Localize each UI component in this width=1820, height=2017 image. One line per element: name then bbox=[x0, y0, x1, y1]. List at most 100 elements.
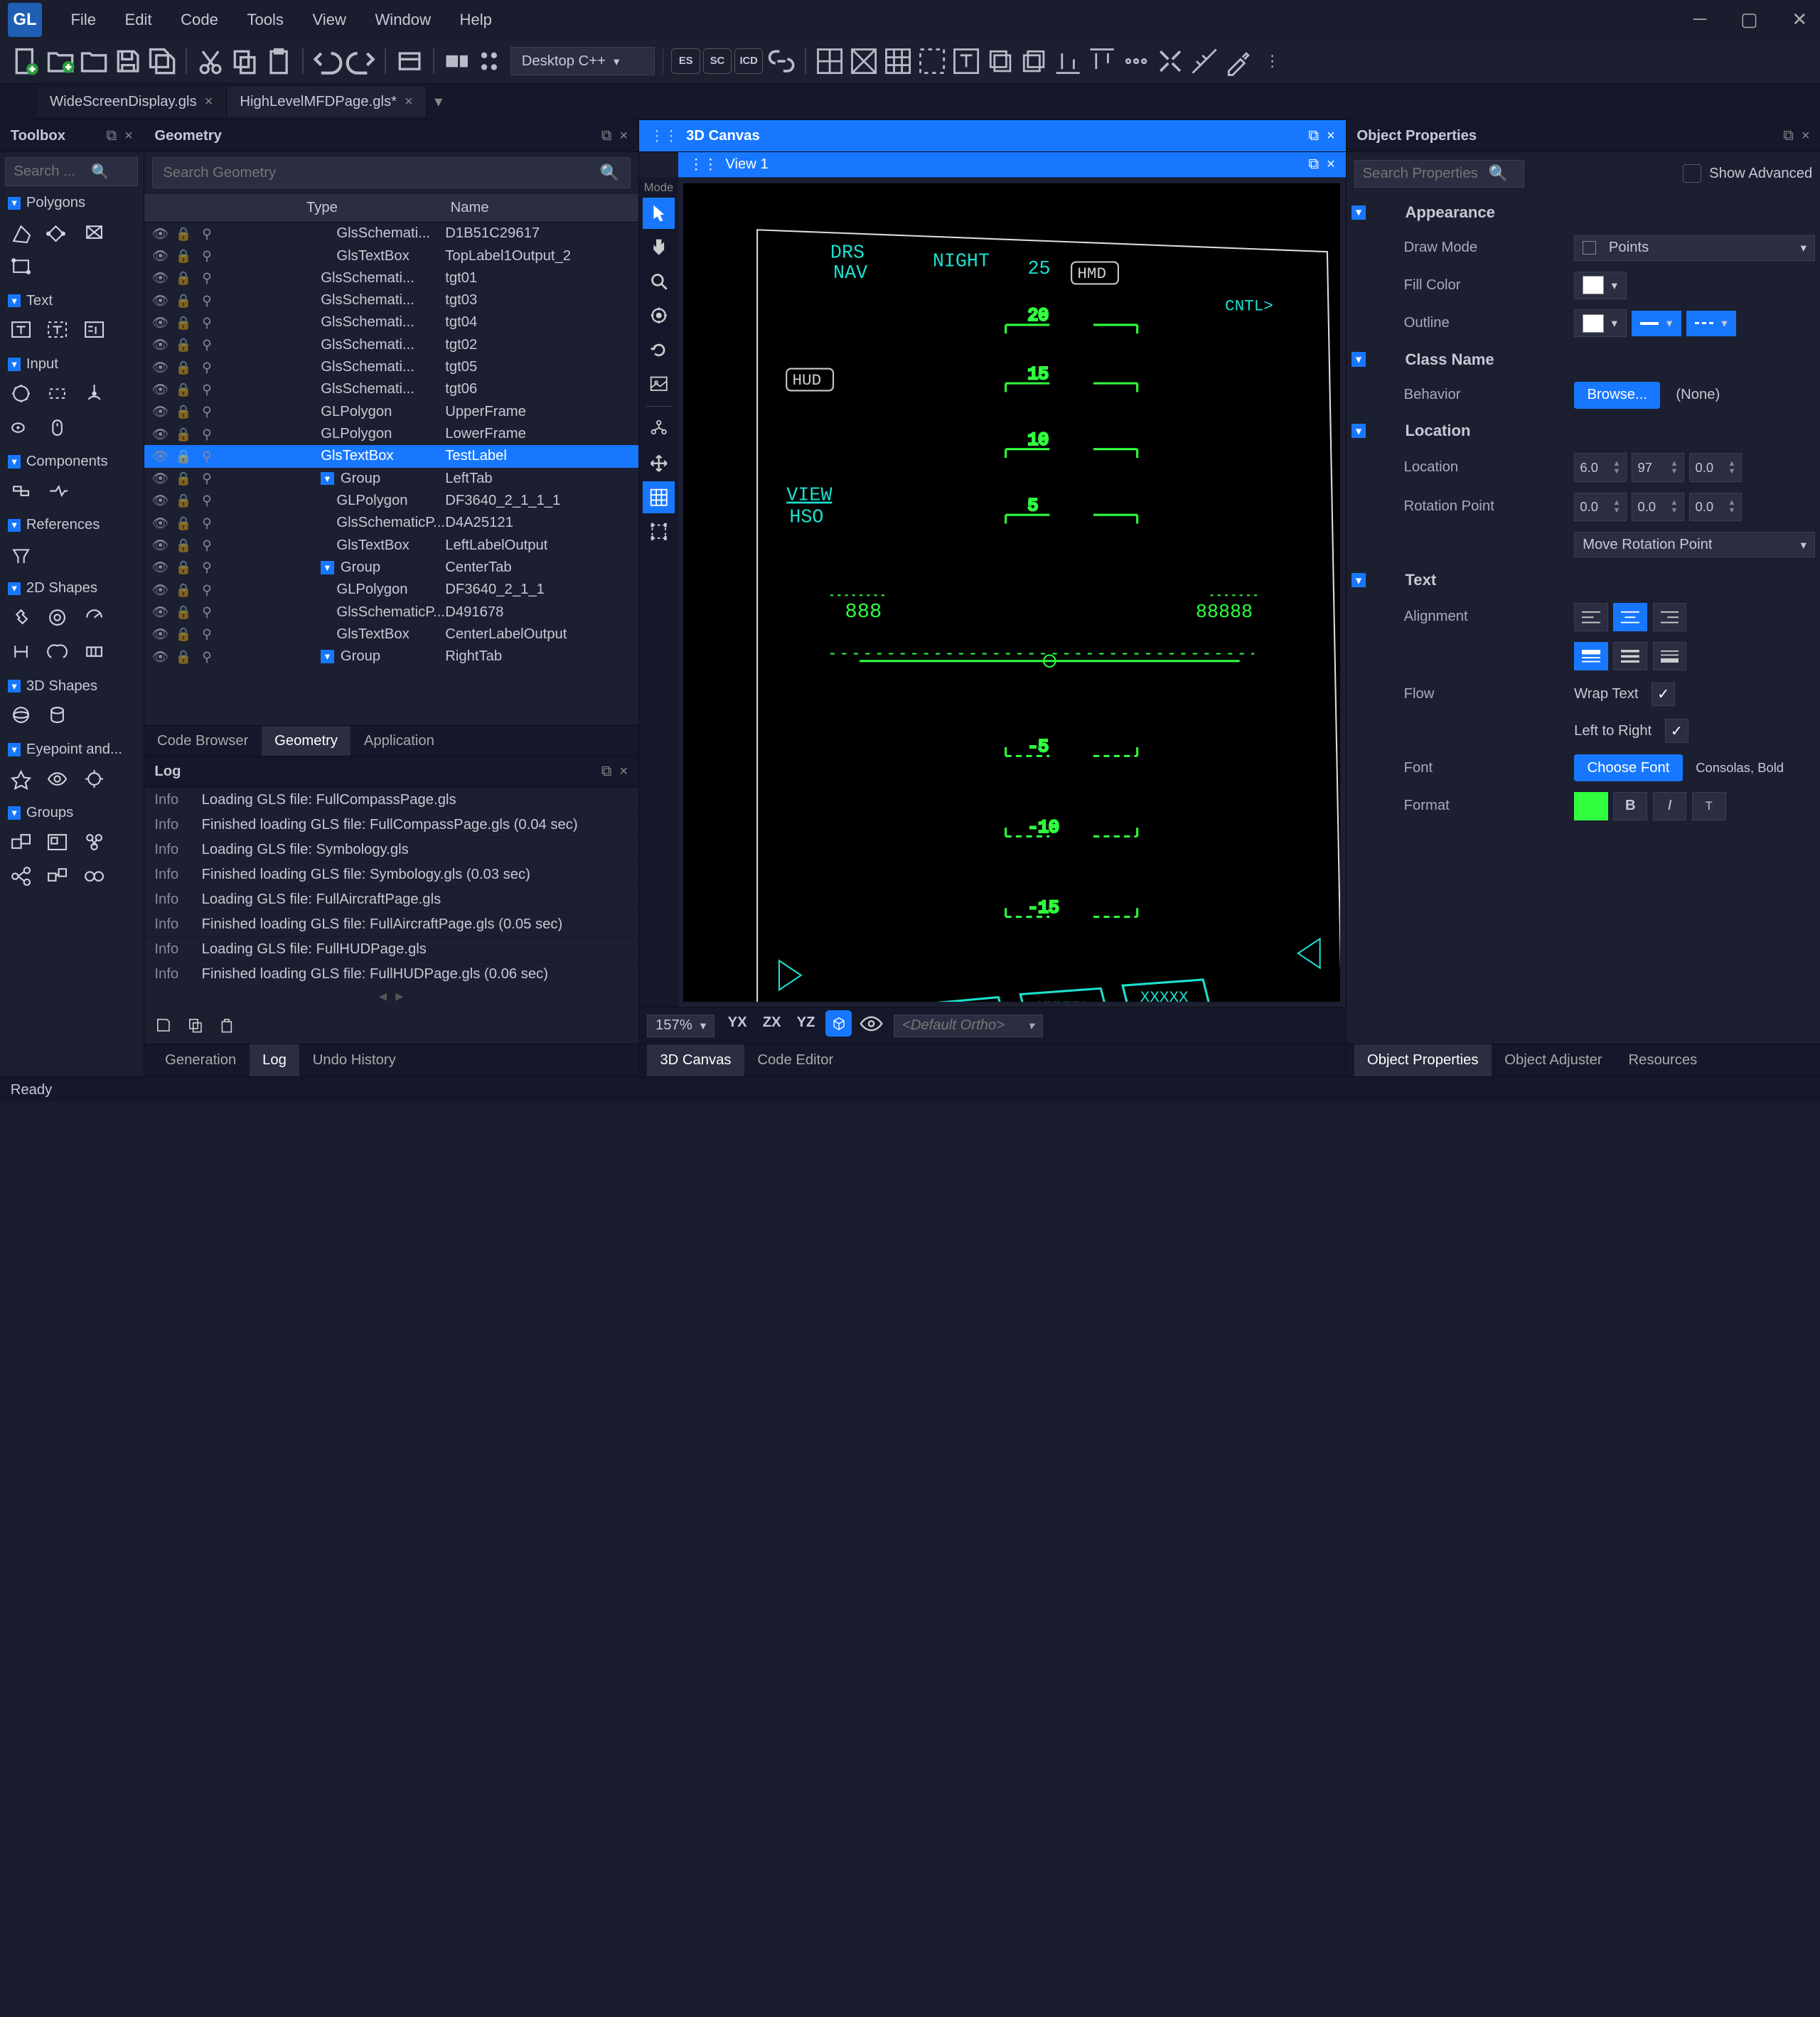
geometry-row[interactable]: 👁🔒⚲▾GroupRightTab bbox=[144, 646, 638, 668]
align-right[interactable] bbox=[1653, 603, 1687, 632]
collapse-icon[interactable]: ▾ bbox=[8, 743, 21, 756]
close-button[interactable]: ✕ bbox=[1787, 4, 1812, 36]
close-icon[interactable]: × bbox=[1327, 128, 1335, 144]
popout-icon[interactable]: ⧉ bbox=[1309, 156, 1319, 173]
selection-icon[interactable] bbox=[916, 46, 948, 77]
toolbox-tool-icon[interactable] bbox=[5, 638, 36, 667]
cut-icon[interactable] bbox=[195, 46, 226, 77]
visibility-icon[interactable]: 👁 bbox=[152, 248, 168, 264]
expand-icon[interactable] bbox=[1155, 46, 1186, 77]
lock-icon[interactable]: 🔒 bbox=[176, 293, 191, 309]
valign-middle[interactable] bbox=[1613, 642, 1647, 671]
prop-icon[interactable]: ⚲ bbox=[199, 293, 215, 309]
toolbox-tool-icon[interactable] bbox=[78, 862, 109, 891]
visibility-icon[interactable]: 👁 bbox=[152, 226, 168, 242]
choose-font-button[interactable]: Choose Font bbox=[1574, 754, 1683, 781]
ltr-checkbox[interactable]: ✓ bbox=[1665, 719, 1688, 742]
copy-log-icon[interactable] bbox=[186, 1016, 205, 1039]
visibility-icon[interactable]: 👁 bbox=[152, 427, 168, 442]
orbit-mode-icon[interactable] bbox=[643, 299, 674, 331]
rotpt-x[interactable]: 0.0▲▼ bbox=[1574, 493, 1627, 522]
lock-icon[interactable]: 🔒 bbox=[176, 537, 191, 553]
prop-icon[interactable]: ⚲ bbox=[199, 382, 215, 397]
collapse-icon[interactable]: ▾ bbox=[8, 455, 21, 468]
toolbox-tool-icon[interactable] bbox=[5, 701, 36, 730]
menu-edit[interactable]: Edit bbox=[112, 5, 165, 34]
toolbox-tool-icon[interactable] bbox=[42, 413, 73, 442]
lock-icon[interactable]: 🔒 bbox=[176, 248, 191, 264]
close-tab-icon[interactable]: × bbox=[205, 94, 213, 110]
collapse-icon[interactable]: ▾ bbox=[1351, 205, 1366, 220]
popout-icon[interactable]: ⧉ bbox=[601, 128, 611, 144]
toolbox-tool-icon[interactable] bbox=[5, 540, 36, 569]
close-icon[interactable]: × bbox=[619, 764, 628, 780]
lock-icon[interactable]: 🔒 bbox=[176, 560, 191, 575]
align-left[interactable] bbox=[1574, 603, 1608, 632]
geometry-row[interactable]: 👁🔒⚲GLPolygonLowerFrame bbox=[144, 423, 638, 445]
toolbox-tool-icon[interactable] bbox=[5, 764, 36, 793]
panel-tab[interactable]: Code Browser bbox=[144, 726, 262, 755]
visibility-icon[interactable]: 👁 bbox=[152, 315, 168, 331]
collapse-icon[interactable]: ▾ bbox=[8, 294, 21, 307]
toolbox-tool-icon[interactable] bbox=[5, 218, 36, 247]
toolbox-tool-icon[interactable] bbox=[5, 862, 36, 891]
collapse-icon[interactable]: ▾ bbox=[8, 197, 21, 210]
collapse-icon[interactable]: ▾ bbox=[1351, 424, 1366, 438]
lock-icon[interactable]: 🔒 bbox=[176, 493, 191, 508]
lock-icon[interactable]: 🔒 bbox=[176, 404, 191, 419]
toolbox-search[interactable]: 🔍 bbox=[5, 157, 138, 186]
toolbox-tool-icon[interactable] bbox=[42, 862, 73, 891]
layers-icon[interactable] bbox=[985, 46, 1016, 77]
show-advanced-checkbox[interactable] bbox=[1683, 164, 1701, 183]
geometry-row[interactable]: 👁🔒⚲GlsSchemati...tgt04 bbox=[144, 311, 638, 333]
bottom-tab[interactable]: Resources bbox=[1615, 1044, 1711, 1076]
clear-log-icon[interactable] bbox=[218, 1016, 236, 1039]
align-center[interactable] bbox=[1613, 603, 1647, 632]
geometry-row[interactable]: 👁🔒⚲GlsSchemati...tgt06 bbox=[144, 378, 638, 400]
format-italic[interactable]: I bbox=[1653, 792, 1687, 821]
prop-icon[interactable]: ⚲ bbox=[199, 515, 215, 531]
collapse-icon[interactable]: ▾ bbox=[8, 806, 21, 819]
toolbox-tool-icon[interactable] bbox=[42, 218, 73, 247]
prop-icon[interactable]: ⚲ bbox=[199, 427, 215, 442]
file-tab[interactable]: WideScreenDisplay.gls× bbox=[37, 87, 227, 116]
format-bold[interactable]: B bbox=[1613, 792, 1647, 821]
axis-3d[interactable] bbox=[825, 1010, 852, 1037]
location-y[interactable]: 97▲▼ bbox=[1632, 453, 1684, 482]
collapse-icon[interactable]: ▾ bbox=[1351, 352, 1366, 366]
distribute-icon[interactable] bbox=[1120, 46, 1152, 77]
prop-icon[interactable]: ⚲ bbox=[199, 626, 215, 642]
toolbox-tool-icon[interactable] bbox=[42, 379, 73, 408]
measure-icon[interactable] bbox=[1189, 46, 1220, 77]
lock-icon[interactable]: 🔒 bbox=[176, 471, 191, 486]
geometry-row[interactable]: 👁🔒⚲GlsTextBoxLeftLabelOutput bbox=[144, 534, 638, 556]
browse-button[interactable]: Browse... bbox=[1574, 382, 1660, 409]
popout-icon[interactable]: ⧉ bbox=[107, 128, 117, 144]
zoom-mode-icon[interactable] bbox=[643, 266, 674, 297]
axis-yx[interactable]: YX bbox=[722, 1010, 752, 1041]
menu-window[interactable]: Window bbox=[362, 5, 444, 34]
prop-icon[interactable]: ⚲ bbox=[199, 493, 215, 508]
collapse-icon[interactable]: ▾ bbox=[8, 680, 21, 692]
lock-icon[interactable]: 🔒 bbox=[176, 337, 191, 353]
bottom-tab[interactable]: Object Adjuster bbox=[1492, 1044, 1615, 1076]
log-scroll[interactable]: ◂ ▸ bbox=[144, 982, 638, 1011]
lock-icon[interactable]: 🔒 bbox=[176, 582, 191, 598]
grid-toggle-icon[interactable] bbox=[643, 481, 674, 513]
prop-icon[interactable]: ⚲ bbox=[199, 537, 215, 553]
bottom-tab[interactable]: Log bbox=[250, 1044, 300, 1076]
visibility-icon[interactable]: 👁 bbox=[152, 449, 168, 464]
copy-icon[interactable] bbox=[229, 46, 260, 77]
bottom-tab[interactable]: Code Editor bbox=[744, 1044, 847, 1076]
visibility-icon[interactable]: 👁 bbox=[152, 293, 168, 309]
visibility-icon[interactable]: 👁 bbox=[152, 471, 168, 486]
tree-icon[interactable] bbox=[643, 414, 674, 445]
panel-tab[interactable]: Geometry bbox=[262, 726, 351, 755]
popout-icon[interactable]: ⧉ bbox=[601, 764, 611, 780]
properties-search-input[interactable] bbox=[1363, 166, 1483, 182]
zoom-combo[interactable]: 157%▾ bbox=[647, 1015, 714, 1037]
toolbox-tool-icon[interactable] bbox=[78, 218, 109, 247]
menu-view[interactable]: View bbox=[299, 5, 359, 34]
visibility-icon[interactable]: 👁 bbox=[152, 515, 168, 531]
lock-icon[interactable]: 🔒 bbox=[176, 427, 191, 442]
